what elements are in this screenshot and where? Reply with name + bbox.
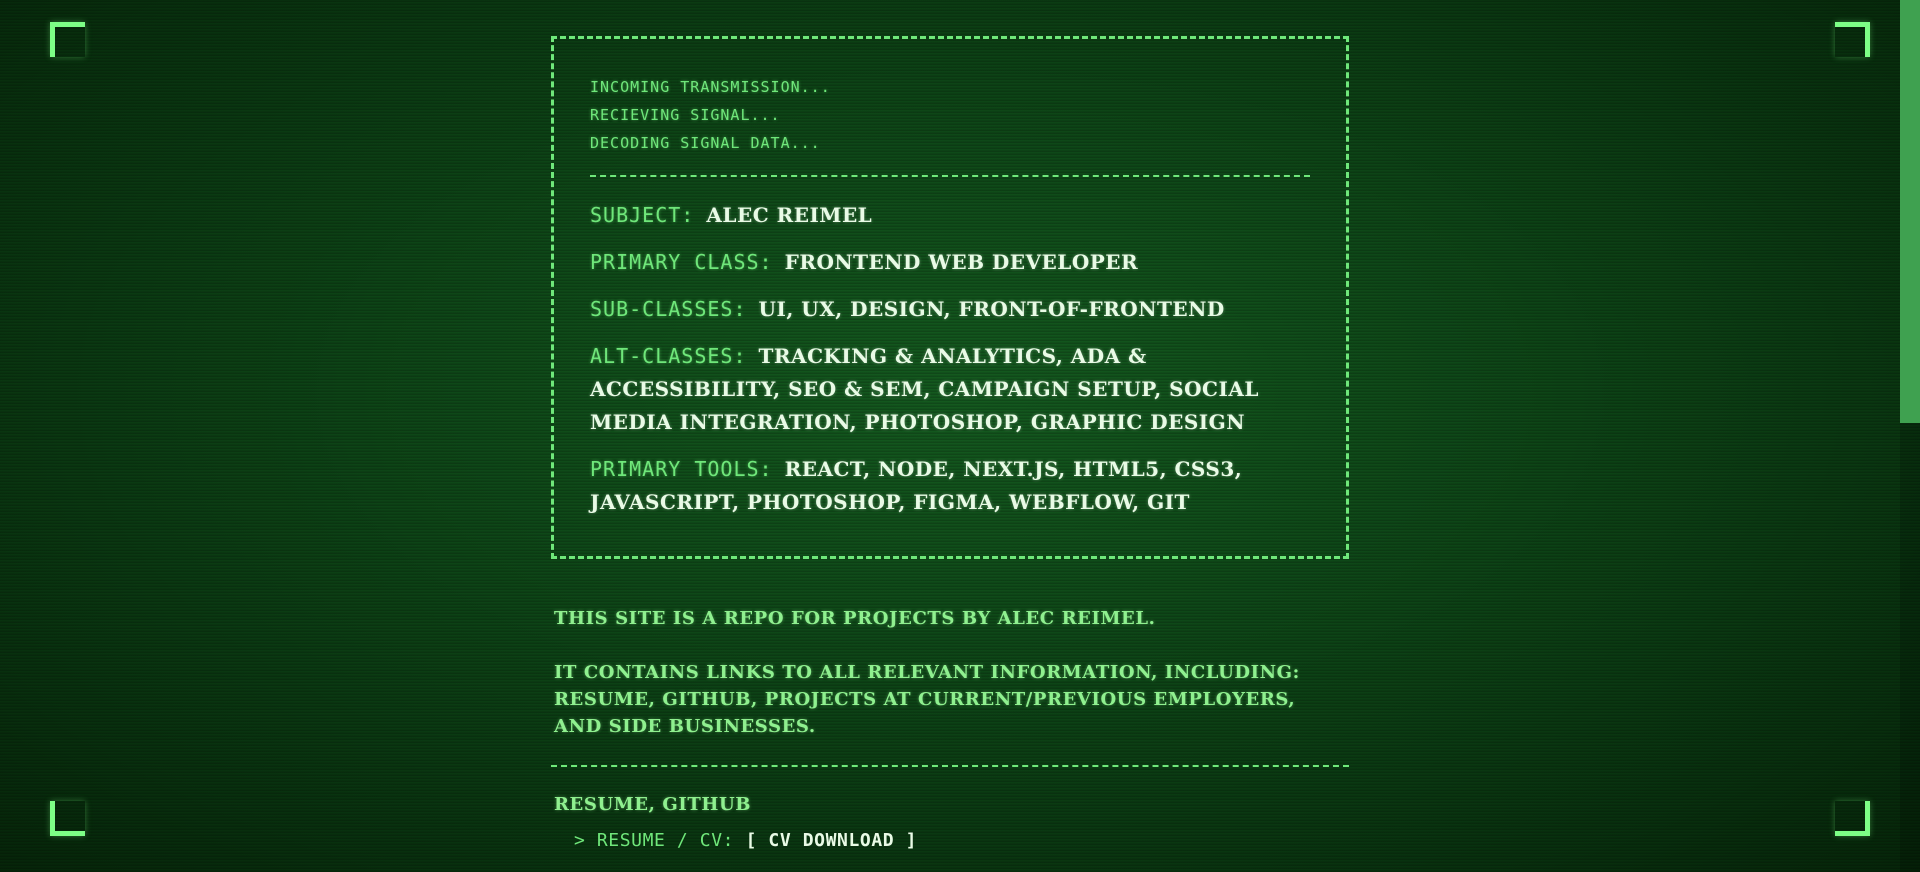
transmission-panel: Incoming transmission... Recieving signa… bbox=[551, 36, 1349, 559]
boot-line: Incoming transmission... bbox=[590, 78, 831, 96]
profile-alt-classes: Alt-classes: Tracking & Analytics, ADA &… bbox=[590, 340, 1310, 439]
field-label: Sub-classes: bbox=[590, 297, 747, 321]
prompt-caret-icon: > bbox=[574, 830, 586, 851]
section-heading-resume-github: Resume, Github bbox=[554, 794, 752, 815]
field-label: Subject: bbox=[590, 203, 695, 227]
scrollbar-thumb[interactable] bbox=[1900, 0, 1920, 423]
intro-line: This site is a repo for projects by Alec… bbox=[554, 608, 1156, 629]
boot-line: Recieving signal... bbox=[590, 106, 781, 124]
field-label: Primary tools: bbox=[590, 457, 773, 481]
section-divider bbox=[551, 765, 1349, 767]
field-label: Primary class: bbox=[590, 250, 773, 274]
frame-corner-bottom-right bbox=[1835, 801, 1870, 836]
field-value: Frontend Web Developer bbox=[784, 250, 1139, 274]
field-value: UI, UX, Design, Front-of-Frontend bbox=[758, 297, 1225, 321]
field-label: Alt-classes: bbox=[590, 344, 747, 368]
resume-cv-label: Resume / CV: bbox=[596, 830, 735, 851]
intro-line: It contains links to all relevant inform… bbox=[554, 662, 1300, 737]
boot-line: Decoding signal data... bbox=[590, 134, 821, 152]
profile-primary-tools: Primary tools: React, Node, Next.js, HTM… bbox=[590, 453, 1310, 519]
profile-sub-classes: Sub-classes: UI, UX, Design, Front-of-Fr… bbox=[590, 293, 1310, 326]
site-intro: This site is a repo for projects by Alec… bbox=[551, 605, 1349, 740]
cv-download-link[interactable]: [ CV Download ] bbox=[746, 830, 918, 851]
profile-primary-class: Primary class: Frontend Web Developer bbox=[590, 246, 1310, 279]
resume-cv-row: > Resume / CV: [ CV Download ] bbox=[551, 829, 1349, 853]
frame-corner-bottom-left bbox=[50, 801, 85, 836]
profile-subject: Subject: Alec Reimel bbox=[590, 199, 1310, 232]
field-value: Alec Reimel bbox=[706, 203, 873, 227]
panel-divider bbox=[590, 175, 1310, 177]
main-content: Incoming transmission... Recieving signa… bbox=[551, 36, 1349, 853]
frame-corner-top-right bbox=[1835, 22, 1870, 57]
frame-corner-top-left bbox=[50, 22, 85, 57]
